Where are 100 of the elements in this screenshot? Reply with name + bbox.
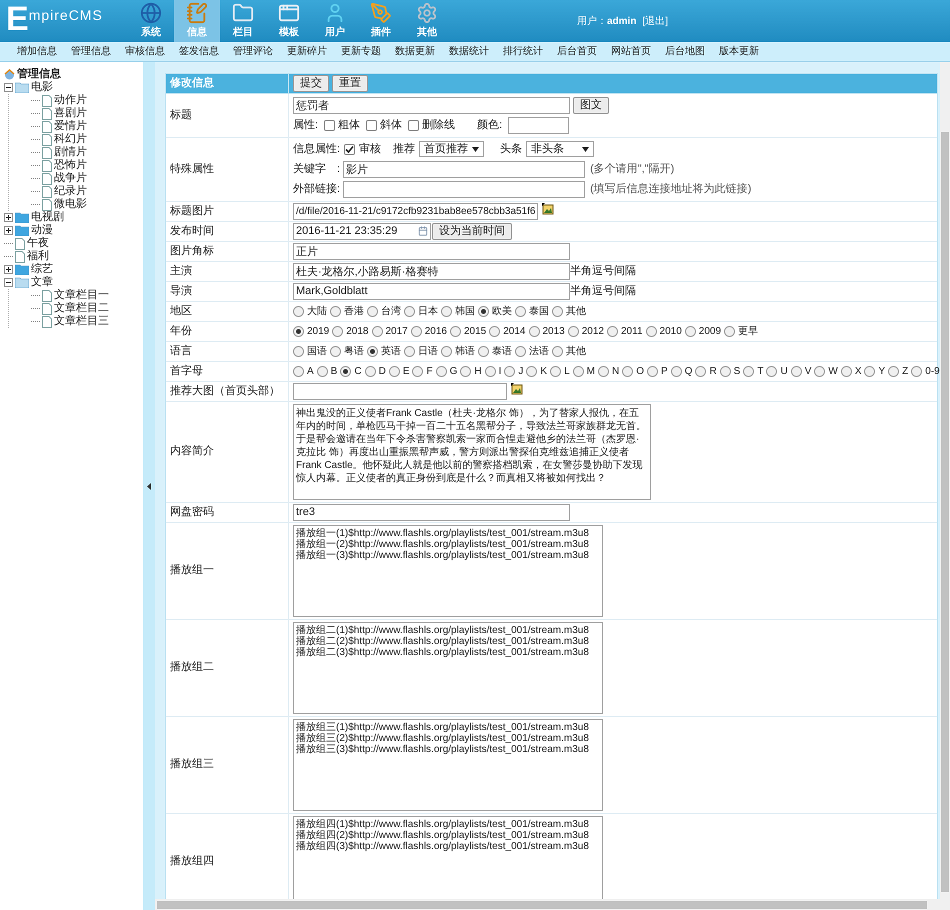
radio-button[interactable] xyxy=(684,326,696,336)
radio-button[interactable] xyxy=(598,366,609,376)
checkbox[interactable] xyxy=(324,120,336,131)
radio-button[interactable] xyxy=(695,366,706,376)
radio-button[interactable] xyxy=(724,326,736,336)
radio-button[interactable] xyxy=(526,366,538,376)
submenu-link[interactable]: 更新碎片 xyxy=(287,44,327,59)
form-button[interactable]: 提交 xyxy=(293,75,329,92)
tree-item[interactable]: 电影 xyxy=(31,79,53,96)
submenu-link[interactable]: 管理信息 xyxy=(71,44,111,59)
playlist-textarea[interactable]: 播放组三(1)$http://www.flashls.org/playlists/test_001/stream.m3u8 播放组三(2)$http://www.flashls.org/playlists/test_001/stream.m3u8 播放组三(3)$http://www.flashls.org/playlists/test_001/stream.m3u8 xyxy=(293,718,603,810)
tree-item[interactable]: 文章栏目三 xyxy=(54,313,109,330)
radio-button[interactable] xyxy=(607,326,618,336)
radio-button[interactable] xyxy=(515,346,526,356)
radio-button[interactable] xyxy=(293,366,304,376)
submenu-link[interactable]: 数据更新 xyxy=(395,44,435,59)
radio-button[interactable] xyxy=(528,326,540,336)
submenu-link[interactable]: 网站首页 xyxy=(611,44,651,59)
radio-button[interactable] xyxy=(484,366,496,376)
radio-button[interactable] xyxy=(790,366,802,376)
radio-button[interactable] xyxy=(478,306,489,316)
radio-button[interactable] xyxy=(367,346,378,356)
keyword-field[interactable]: 影片 xyxy=(343,160,586,178)
submenu-link[interactable]: 版本更新 xyxy=(719,44,759,59)
radio-button[interactable] xyxy=(515,306,526,316)
radio-button[interactable] xyxy=(367,306,378,316)
submenu-link[interactable]: 增加信息 xyxy=(17,44,57,59)
submenu-link[interactable]: 管理评论 xyxy=(233,44,273,59)
image-path-field[interactable] xyxy=(293,382,507,400)
form-button[interactable]: 图文 xyxy=(573,97,609,114)
radio-button[interactable] xyxy=(840,366,852,376)
horizontal-scrollbar[interactable] xyxy=(155,899,950,910)
dropdown[interactable]: 首页推荐 xyxy=(419,141,484,158)
radio-button[interactable] xyxy=(330,346,341,356)
radio-button[interactable] xyxy=(404,346,415,356)
radio-button[interactable] xyxy=(766,366,778,376)
radio-button[interactable] xyxy=(340,366,352,376)
vertical-scrollbar[interactable] xyxy=(940,62,950,899)
radio-button[interactable] xyxy=(572,366,584,376)
radio-button[interactable] xyxy=(316,366,328,376)
radio-button[interactable] xyxy=(436,366,447,376)
checkbox[interactable] xyxy=(366,120,378,131)
submenu-link[interactable]: 签发信息 xyxy=(179,44,219,59)
radio-button[interactable] xyxy=(293,346,304,356)
collapse-icon[interactable] xyxy=(4,83,13,92)
submenu-link[interactable]: 更新专题 xyxy=(341,44,381,59)
playlist-textarea[interactable]: 播放组二(1)$http://www.flashls.org/playlists/test_001/stream.m3u8 播放组二(2)$http://www.flashls.org/playlists/test_001/stream.m3u8 播放组二(3)$http://www.flashls.org/playlists/test_001/stream.m3u8 xyxy=(293,622,603,714)
radio-button[interactable] xyxy=(478,346,489,356)
radio-button[interactable] xyxy=(720,366,731,376)
radio-button[interactable] xyxy=(888,366,900,376)
radio-button[interactable] xyxy=(670,366,682,376)
external-link-field[interactable] xyxy=(343,180,586,198)
image-picker-icon[interactable] xyxy=(511,382,523,394)
playlist-textarea[interactable]: 播放组四(1)$http://www.flashls.org/playlists/test_001/stream.m3u8 播放组四(2)$http://www.flashls.org/playlists/test_001/stream.m3u8 播放组四(3)$http://www.flashls.org/playlists/test_001/stream.m3u8 xyxy=(293,816,603,899)
radio-button[interactable] xyxy=(568,326,579,336)
radio-button[interactable] xyxy=(410,326,422,336)
radio-button[interactable] xyxy=(646,366,658,376)
dropdown[interactable]: 非头条 xyxy=(526,141,594,158)
radio-button[interactable] xyxy=(441,346,452,356)
submenu-link[interactable]: 排行统计 xyxy=(503,44,543,59)
radio-button[interactable] xyxy=(911,366,922,376)
color-field[interactable] xyxy=(508,117,570,134)
image-path-field[interactable]: /d/file/2016-11-21/c9172cfb9231bab8ee578cbb3a51f6 xyxy=(293,202,538,220)
submenu-link[interactable]: 数据统计 xyxy=(449,44,489,59)
expand-icon[interactable] xyxy=(4,226,13,235)
radio-button[interactable] xyxy=(743,366,754,376)
text-field[interactable]: 杜夫·龙格尔,小路易斯·格赛特 xyxy=(293,262,570,280)
title-field[interactable]: 惩罚者 xyxy=(293,97,570,114)
radio-button[interactable] xyxy=(404,306,415,316)
radio-button[interactable] xyxy=(293,326,304,336)
tree-item[interactable]: 文章 xyxy=(31,274,53,291)
submenu-link[interactable]: 审核信息 xyxy=(125,44,165,59)
playlist-textarea[interactable]: 播放组一(1)$http://www.flashls.org/playlists/test_001/stream.m3u8 播放组一(2)$http://www.flashls.org/playlists/test_001/stream.m3u8 播放组一(3)$http://www.flashls.org/playlists/test_001/stream.m3u8 xyxy=(293,524,603,616)
expand-icon[interactable] xyxy=(4,265,13,274)
radio-button[interactable] xyxy=(646,326,657,336)
radio-button[interactable] xyxy=(450,326,461,336)
collapse-icon[interactable] xyxy=(4,278,13,287)
radio-button[interactable] xyxy=(293,306,304,316)
radio-button[interactable] xyxy=(460,366,472,376)
radio-button[interactable] xyxy=(552,346,563,356)
text-field[interactable]: tre3 xyxy=(293,504,570,520)
radio-button[interactable] xyxy=(364,366,376,376)
radio-button[interactable] xyxy=(814,366,826,376)
checkbox[interactable] xyxy=(344,144,356,155)
radio-button[interactable] xyxy=(332,326,344,336)
description-textarea[interactable]: 神出鬼没的正义使者Frank Castle（杜夫·龙格尔 饰），为了替家人报仇，在五年内的时间，单枪匹马干掉一百二十五名黑帮分子，导致法兰哥家族群龙无首。于是帮会邀请在当年下令杀害警察凯索一家而合惶走避他乡的法兰哥（杰罗恩·克拉比 饰）再度出山重振黑帮声威，警方则派出警探伯克维兹追捕正义使者Frank Castle。他怀疑此人就是他以前的警察搭档凯索，在女警莎曼协助下发现惊人内幕。正义使者的真正身份到底是什么？而真相又将被如何找出？ xyxy=(293,404,651,500)
radio-button[interactable] xyxy=(388,366,400,376)
radio-button[interactable] xyxy=(441,306,452,316)
collapse-arrow-icon[interactable] xyxy=(147,482,151,490)
radio-button[interactable] xyxy=(489,326,500,336)
sidebar-toggle-strip[interactable] xyxy=(143,62,155,910)
radio-button[interactable] xyxy=(412,366,424,376)
text-field[interactable]: Mark,Goldblatt xyxy=(293,282,570,300)
radio-button[interactable] xyxy=(330,306,341,316)
date-field[interactable]: 2016-11-21 23:35:29 xyxy=(293,222,431,240)
radio-button[interactable] xyxy=(550,366,562,376)
checkbox[interactable] xyxy=(408,120,420,131)
image-picker-icon[interactable] xyxy=(542,202,554,214)
form-button[interactable]: 设为当前时间 xyxy=(432,222,512,240)
form-button[interactable]: 重置 xyxy=(332,75,368,92)
